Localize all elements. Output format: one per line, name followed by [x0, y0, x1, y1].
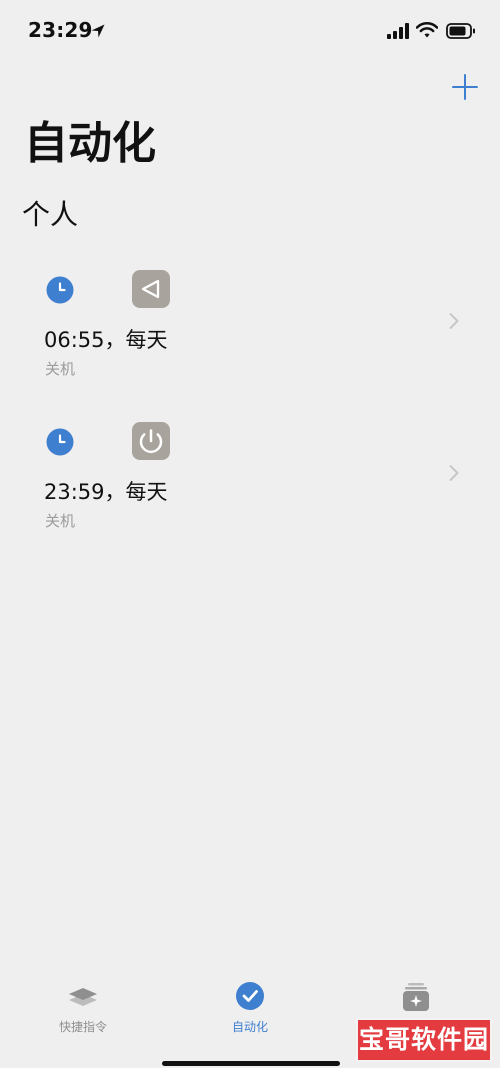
tab-automation[interactable]: 自动化: [190, 980, 310, 1035]
automation-time-text: 06:55，每天: [44, 328, 168, 352]
location-arrow-icon: [91, 24, 105, 38]
chevron-right-icon: [449, 465, 459, 481]
battery-icon: [446, 23, 475, 39]
add-button[interactable]: [450, 72, 480, 102]
tab-shortcuts-label: 快捷指令: [58, 1020, 107, 1034]
stack-icon: [69, 988, 97, 1006]
tab-gallery[interactable]: [356, 980, 476, 1018]
gallery-icon: [403, 983, 429, 1011]
section-title-personal: 个人: [22, 198, 79, 231]
status-time: 23:29: [28, 18, 93, 42]
tab-shortcuts[interactable]: 快捷指令: [23, 980, 143, 1035]
power-icon: [132, 422, 170, 460]
cellular-signal-icon: [387, 23, 409, 39]
home-indicator: [162, 1061, 340, 1066]
automation-time-text: 23:59，每天: [44, 480, 168, 504]
play-back-icon: [132, 270, 170, 308]
automation-check-icon: [236, 982, 264, 1010]
status-bar: 23:29: [0, 0, 500, 64]
chevron-right-icon: [449, 313, 459, 329]
automation-action-text: 关机: [45, 512, 76, 530]
clock-icon: [46, 428, 74, 456]
wifi-icon: [416, 22, 438, 38]
clock-icon: [46, 276, 74, 304]
automation-item-2[interactable]: 23:59，每天 关机: [0, 414, 500, 566]
automation-action-text: 关机: [45, 360, 76, 378]
page-title: 自动化: [24, 118, 156, 169]
tab-automation-label: 自动化: [231, 1020, 268, 1034]
automation-list: 06:55，每天 关机 23:59，每天 关机: [0, 262, 500, 566]
automation-item-1[interactable]: 06:55，每天 关机: [0, 262, 500, 414]
watermark-text: 宝哥软件园: [356, 1018, 492, 1062]
